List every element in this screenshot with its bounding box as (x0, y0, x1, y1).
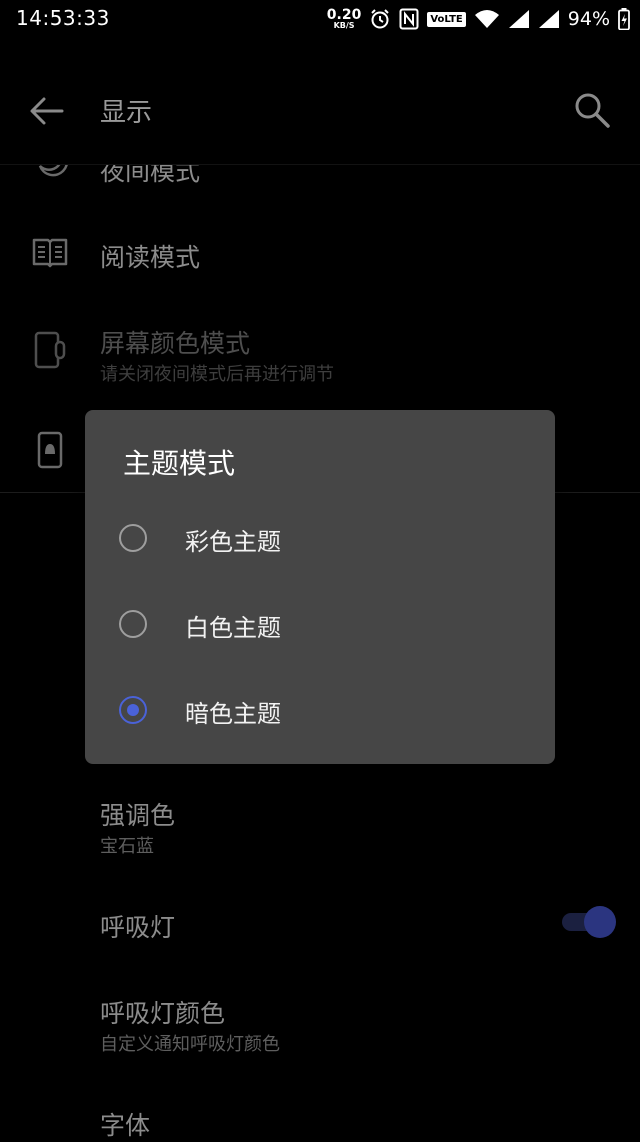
option-label: 彩色主题 (185, 528, 281, 556)
radio-button[interactable] (119, 524, 147, 552)
accent-color-value: 宝石蓝 (100, 836, 154, 857)
option-colorful-theme[interactable]: 彩色主题 (85, 500, 555, 580)
theme-mode-dialog: 主题模式 彩色主题 白色主题 暗色主题 (85, 410, 555, 764)
screen-color-mode-subtitle: 请关闭夜间模式后再进行调节 (100, 364, 334, 385)
radio-button[interactable] (119, 610, 147, 638)
back-arrow-icon[interactable] (24, 88, 70, 134)
accent-color-title[interactable]: 强调色 (100, 796, 175, 832)
app-bar: 显示 (0, 40, 640, 165)
font-title[interactable]: 字体 (100, 1106, 150, 1142)
radio-button-selected[interactable] (119, 696, 147, 724)
screen-color-mode-title: 屏幕颜色模式 (100, 329, 251, 358)
toggle-thumb (584, 906, 616, 938)
phone-bell-icon (37, 431, 63, 469)
screen-thermometer-icon (34, 331, 66, 369)
option-white-theme[interactable]: 白色主题 (85, 586, 555, 666)
breathing-light-toggle[interactable] (562, 906, 616, 938)
page-title: 显示 (100, 98, 153, 128)
book-icon (32, 238, 68, 268)
dialog-title: 主题模式 (123, 447, 236, 480)
breathing-light-color-subtitle: 自定义通知呼吸灯颜色 (100, 1034, 280, 1055)
breathing-light-color-title[interactable]: 呼吸灯颜色 (100, 994, 225, 1030)
option-label: 暗色主题 (185, 700, 281, 728)
breathing-light-title[interactable]: 呼吸灯 (100, 908, 175, 944)
reading-mode-title[interactable]: 阅读模式 (100, 238, 200, 274)
search-icon[interactable] (570, 88, 616, 134)
option-label: 白色主题 (185, 614, 281, 642)
option-dark-theme[interactable]: 暗色主题 (85, 672, 555, 752)
